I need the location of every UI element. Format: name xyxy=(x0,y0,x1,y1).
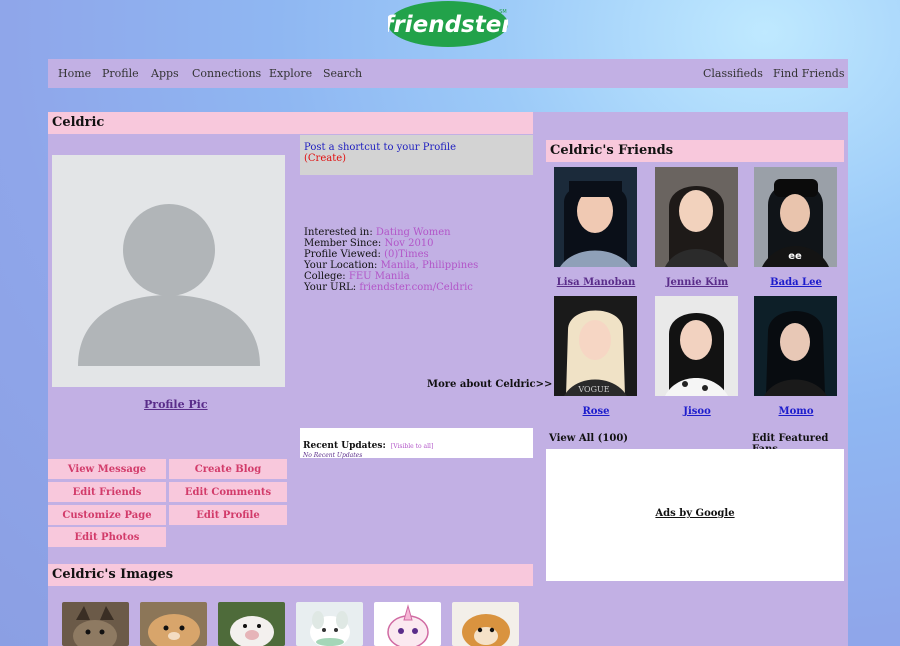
info-row: College: FEU Manila xyxy=(304,271,410,282)
nav-search[interactable]: Search xyxy=(323,67,362,80)
svg-text:ee: ee xyxy=(788,251,802,262)
ads-box: Ads by Google xyxy=(546,449,844,581)
friend-photo-bada[interactable]: ee xyxy=(754,167,837,267)
default-avatar-icon xyxy=(52,155,285,387)
top-navbar: Home Profile Apps Connections Explore Se… xyxy=(48,59,848,88)
friend-name-momo[interactable]: Momo xyxy=(746,406,846,417)
bunny-image[interactable] xyxy=(296,602,363,646)
profile-picture[interactable] xyxy=(52,155,285,387)
info-row: Your URL: friendster.com/Celdric xyxy=(304,282,473,293)
pomeranian-image[interactable] xyxy=(452,602,519,646)
cat-image[interactable] xyxy=(62,602,129,646)
recent-updates-scope[interactable]: [Visible to all] xyxy=(391,443,433,450)
nav-apps[interactable]: Apps xyxy=(151,67,179,80)
friend-photo-jennie[interactable] xyxy=(655,167,738,267)
profile-pic-link[interactable]: Profile Pic xyxy=(144,398,208,411)
nav-find-friends[interactable]: Find Friends xyxy=(773,67,844,80)
hamster-image[interactable] xyxy=(140,602,207,646)
recent-updates-box: Recent Updates: [Visible to all] No Rece… xyxy=(300,428,533,459)
svg-text:SM: SM xyxy=(499,9,507,15)
edit-profile-button[interactable]: Edit Profile xyxy=(169,505,288,526)
svg-text:VOGUE: VOGUE xyxy=(577,385,609,394)
create-blog-button[interactable]: Create Blog xyxy=(169,459,288,480)
edit-friends-button[interactable]: Edit Friends xyxy=(48,482,167,503)
info-row: Interested in: Dating Women xyxy=(304,227,451,238)
nav-connections[interactable]: Connections xyxy=(192,67,261,80)
edit-photos-button[interactable]: Edit Photos xyxy=(48,527,167,548)
friend-photo-jisoo[interactable] xyxy=(655,296,738,396)
friends-section-header: Celdric's Friends xyxy=(546,140,844,162)
friend-name-lisa[interactable]: Lisa Manoban xyxy=(546,277,646,288)
view-message-button[interactable]: View Message xyxy=(48,459,167,480)
profile-shortcut-box: Post a shortcut to your Profile (Create) xyxy=(300,135,533,175)
unicorn-image[interactable] xyxy=(374,602,441,646)
recent-updates-empty: No Recent Updates xyxy=(303,452,363,459)
edit-comments-button[interactable]: Edit Comments xyxy=(169,482,288,503)
nav-home[interactable]: Home xyxy=(58,67,91,80)
view-all-friends-link[interactable]: View All (100) xyxy=(549,433,628,444)
profile-main-panel: Celdric Profile Pic Post a shortcut to y… xyxy=(48,112,848,646)
images-section-header: Celdric's Images xyxy=(48,564,533,586)
friend-name-rose[interactable]: Rose xyxy=(546,406,646,417)
nav-profile[interactable]: Profile xyxy=(102,67,139,80)
info-row: Member Since: Nov 2010 xyxy=(304,238,434,249)
info-row: Your Location: Manila, Philippines xyxy=(304,260,479,271)
profile-info: Interested in: Dating Women Member Since… xyxy=(304,227,534,293)
ads-by-google-link[interactable]: Ads by Google xyxy=(546,508,844,519)
info-row: Profile Viewed: (0)Times xyxy=(304,249,429,260)
customize-page-button[interactable]: Customize Page xyxy=(48,505,167,526)
create-shortcut-link[interactable]: (Create) xyxy=(304,153,529,164)
friend-photo-lisa[interactable] xyxy=(554,167,637,267)
friend-name-jennie[interactable]: Jennie Kim xyxy=(647,277,747,288)
recent-updates-title: Recent Updates: xyxy=(303,441,386,451)
friend-photo-rose[interactable]: VOGUE xyxy=(554,296,637,396)
nav-explore[interactable]: Explore xyxy=(269,67,312,80)
post-shortcut-link[interactable]: Post a shortcut to your Profile xyxy=(304,142,529,153)
friend-name-bada[interactable]: Bada Lee xyxy=(746,277,846,288)
friend-photo-momo[interactable] xyxy=(754,296,837,396)
logo-text: friendster xyxy=(388,12,508,38)
profile-name-header: Celdric xyxy=(48,112,533,134)
nav-classifieds[interactable]: Classifieds xyxy=(703,67,763,80)
friendster-logo[interactable]: friendster SM xyxy=(383,1,514,47)
piglet-image[interactable] xyxy=(218,602,285,646)
more-about-link[interactable]: More about Celdric>> xyxy=(427,379,552,390)
friend-name-jisoo[interactable]: Jisoo xyxy=(647,406,747,417)
